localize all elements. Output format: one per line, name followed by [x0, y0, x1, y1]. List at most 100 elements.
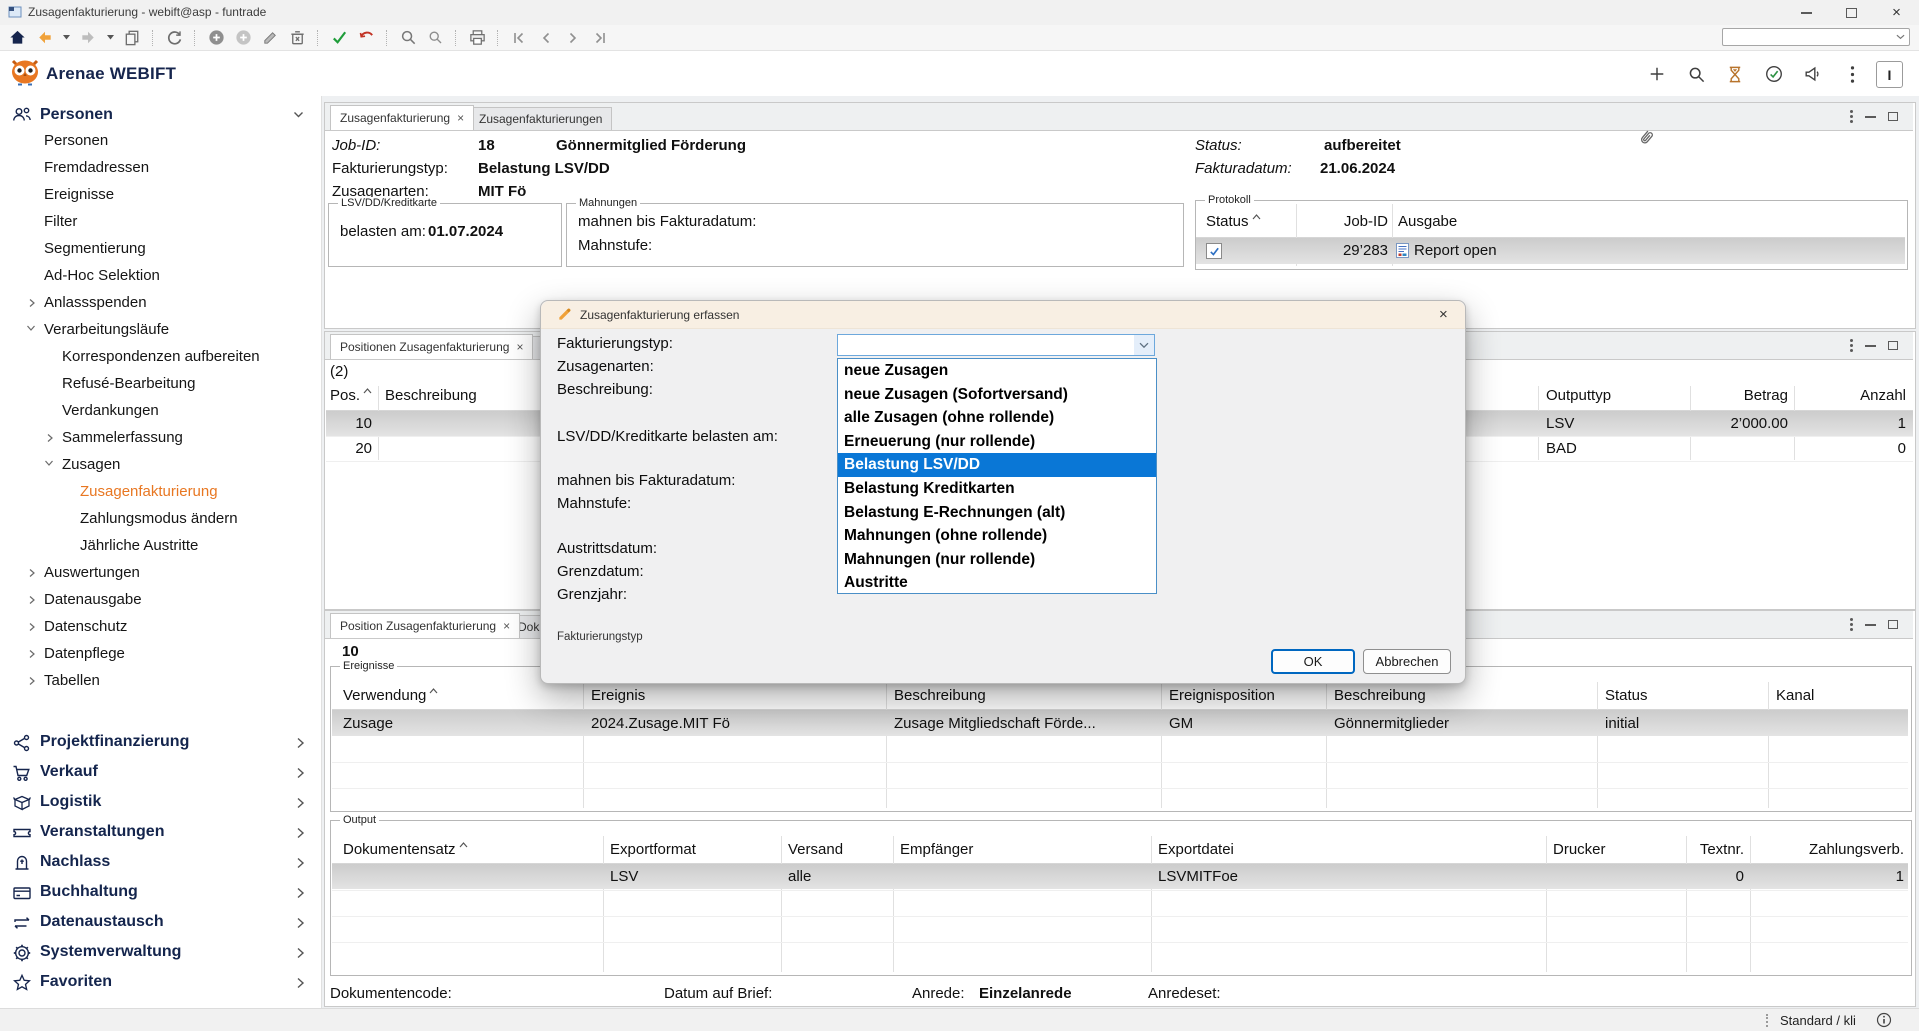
sidebar-item-fremdadressen[interactable]: Fremdadressen: [44, 158, 149, 178]
dropdown-option-selected[interactable]: Belastung LSV/DD: [838, 453, 1156, 477]
chevron-right-icon[interactable]: [28, 595, 36, 605]
chevron-right-icon[interactable]: [296, 737, 305, 749]
hourglass-icon[interactable]: [1723, 62, 1747, 86]
add-icon[interactable]: [1645, 62, 1669, 86]
window-close-button[interactable]: ×: [1874, 0, 1919, 25]
sidebar-item-datenpflege[interactable]: Datenpflege: [44, 644, 125, 664]
tab-close-icon[interactable]: ×: [457, 113, 464, 123]
cancel-button[interactable]: Abbrechen: [1363, 649, 1451, 674]
dropdown-option[interactable]: Belastung E-Rechnungen (alt): [838, 501, 1156, 525]
kebab-menu-icon[interactable]: [1840, 62, 1864, 86]
back-button[interactable]: [33, 28, 55, 48]
ereignisse-row-selected[interactable]: [332, 710, 1908, 736]
sidebar-item-jaehrliche-austritte[interactable]: Jährliche Austritte: [80, 536, 198, 556]
search-icon[interactable]: [1684, 62, 1708, 86]
panel-minimize-icon[interactable]: [1865, 624, 1876, 626]
chevron-right-icon[interactable]: [28, 676, 36, 686]
output-row-selected[interactable]: [332, 864, 1908, 889]
chevron-right-icon[interactable]: [28, 649, 36, 659]
sidebar-section-systemverwaltung[interactable]: Systemverwaltung: [40, 942, 181, 962]
chevron-down-icon[interactable]: [44, 459, 54, 467]
tab-positionen-zusagenfakturierung[interactable]: Positionen Zusagenfakturierung ×: [330, 334, 533, 359]
sidebar-section-buchhaltung[interactable]: Buchhaltung: [40, 882, 138, 902]
sidebar-item-filter[interactable]: Filter: [44, 212, 77, 232]
sidebar-section-veranstaltungen[interactable]: Veranstaltungen: [40, 822, 164, 842]
tab-close-icon[interactable]: ×: [516, 342, 523, 352]
dropdown-option[interactable]: Mahnungen (ohne rollende): [838, 524, 1156, 548]
chevron-right-icon[interactable]: [296, 977, 305, 989]
sidebar-section-datenaustausch[interactable]: Datenaustausch: [40, 912, 164, 932]
chevron-right-icon[interactable]: [296, 947, 305, 959]
ok-button[interactable]: OK: [1271, 649, 1355, 674]
dropdown-option[interactable]: Mahnungen (nur rollende): [838, 548, 1156, 572]
dropdown-option[interactable]: alle Zusagen (ohne rollende): [838, 406, 1156, 430]
window-maximize-button[interactable]: [1829, 0, 1874, 25]
sidebar-item-auswertungen[interactable]: Auswertungen: [44, 563, 140, 583]
chevron-right-icon[interactable]: [296, 887, 305, 899]
chevron-down-icon[interactable]: [293, 111, 304, 119]
sidebar-item-datenschutz[interactable]: Datenschutz: [44, 617, 127, 637]
forward-history-dropdown[interactable]: [104, 28, 116, 48]
toolbar-search-input[interactable]: [1722, 28, 1910, 46]
sidebar-item-zusagenfakturierung-active[interactable]: Zusagenfakturierung: [80, 482, 218, 502]
sidebar-item-adhoc-selektion[interactable]: Ad-Hoc Selektion: [44, 266, 160, 286]
sidebar-item-zahlungsmodus[interactable]: Zahlungsmodus ändern: [80, 509, 238, 529]
panel-kebab-icon[interactable]: [1850, 110, 1853, 113]
panel-kebab-icon[interactable]: [1850, 618, 1853, 621]
panel-minimize-icon[interactable]: [1865, 345, 1876, 347]
quick-search-button[interactable]: [424, 28, 446, 48]
chevron-right-icon[interactable]: [296, 827, 305, 839]
sidebar-item-verdankungen[interactable]: Verdankungen: [62, 401, 159, 421]
row-pos-value[interactable]: 20: [328, 439, 372, 459]
chevron-down-icon[interactable]: [26, 324, 36, 332]
confirm-button[interactable]: [328, 28, 350, 48]
window-minimize-button[interactable]: [1784, 0, 1829, 25]
edit-button[interactable]: [259, 28, 281, 48]
sidebar-section-favoriten[interactable]: Favoriten: [40, 972, 112, 992]
sidebar-item-korrespondenzen[interactable]: Korrespondenzen aufbereiten: [62, 347, 260, 367]
panel-minimize-icon[interactable]: [1865, 116, 1876, 118]
chevron-right-icon[interactable]: [296, 857, 305, 869]
sidebar-item-datenausgabe[interactable]: Datenausgabe: [44, 590, 142, 610]
sidebar-section-verkauf[interactable]: Verkauf: [40, 762, 98, 782]
chevron-right-icon[interactable]: [28, 298, 36, 308]
combobox-dropdown-button[interactable]: [1134, 335, 1154, 355]
duplicate-window-button[interactable]: [121, 28, 143, 48]
dropdown-option[interactable]: neue Zusagen (Sofortversand): [838, 383, 1156, 407]
sidebar-section-nachlass[interactable]: Nachlass: [40, 852, 110, 872]
sidebar-item-ereignisse[interactable]: Ereignisse: [44, 185, 114, 205]
sidebar-section-logistik[interactable]: Logistik: [40, 792, 101, 812]
dropdown-option[interactable]: Erneuerung (nur rollende): [838, 430, 1156, 454]
sidebar-item-sammelerfassung[interactable]: Sammelerfassung: [62, 428, 183, 448]
dropdown-option[interactable]: Austritte: [838, 571, 1156, 595]
panel-maximize-icon[interactable]: [1888, 341, 1898, 350]
refresh-button[interactable]: [163, 28, 185, 48]
sidebar-section-personen[interactable]: Personen: [40, 105, 113, 125]
sidebar-item-personen[interactable]: Personen: [44, 131, 108, 151]
chevron-right-icon[interactable]: [28, 568, 36, 578]
sidebar-item-verarbeitungslaeufe[interactable]: Verarbeitungsläufe: [44, 320, 169, 340]
fakturierungstyp-combobox[interactable]: [837, 334, 1155, 356]
chevron-down-icon[interactable]: [1896, 34, 1905, 40]
forward-button[interactable]: [77, 28, 99, 48]
panel-maximize-icon[interactable]: [1888, 620, 1898, 629]
dropdown-option[interactable]: Belastung Kreditkarten: [838, 477, 1156, 501]
sidebar-item-zusagen[interactable]: Zusagen: [62, 455, 120, 475]
search-button[interactable]: [397, 28, 419, 48]
delete-button[interactable]: [286, 28, 308, 48]
next-record-button[interactable]: [562, 28, 584, 48]
sidebar-item-segmentierung[interactable]: Segmentierung: [44, 239, 146, 259]
last-record-button[interactable]: [589, 28, 611, 48]
previous-record-button[interactable]: [535, 28, 557, 48]
add-record-button[interactable]: [205, 28, 227, 48]
check-circle-icon[interactable]: [1762, 62, 1786, 86]
undo-button[interactable]: [355, 28, 377, 48]
chevron-right-icon[interactable]: [296, 767, 305, 779]
print-button[interactable]: [466, 28, 488, 48]
protokoll-ausgabe-value[interactable]: Report open: [1414, 241, 1497, 261]
first-record-button[interactable]: [508, 28, 530, 48]
chevron-right-icon[interactable]: [46, 433, 54, 443]
dialog-close-button[interactable]: ×: [1439, 306, 1448, 323]
chevron-right-icon[interactable]: [28, 622, 36, 632]
sidebar-item-anlassspenden[interactable]: Anlassspenden: [44, 293, 147, 313]
